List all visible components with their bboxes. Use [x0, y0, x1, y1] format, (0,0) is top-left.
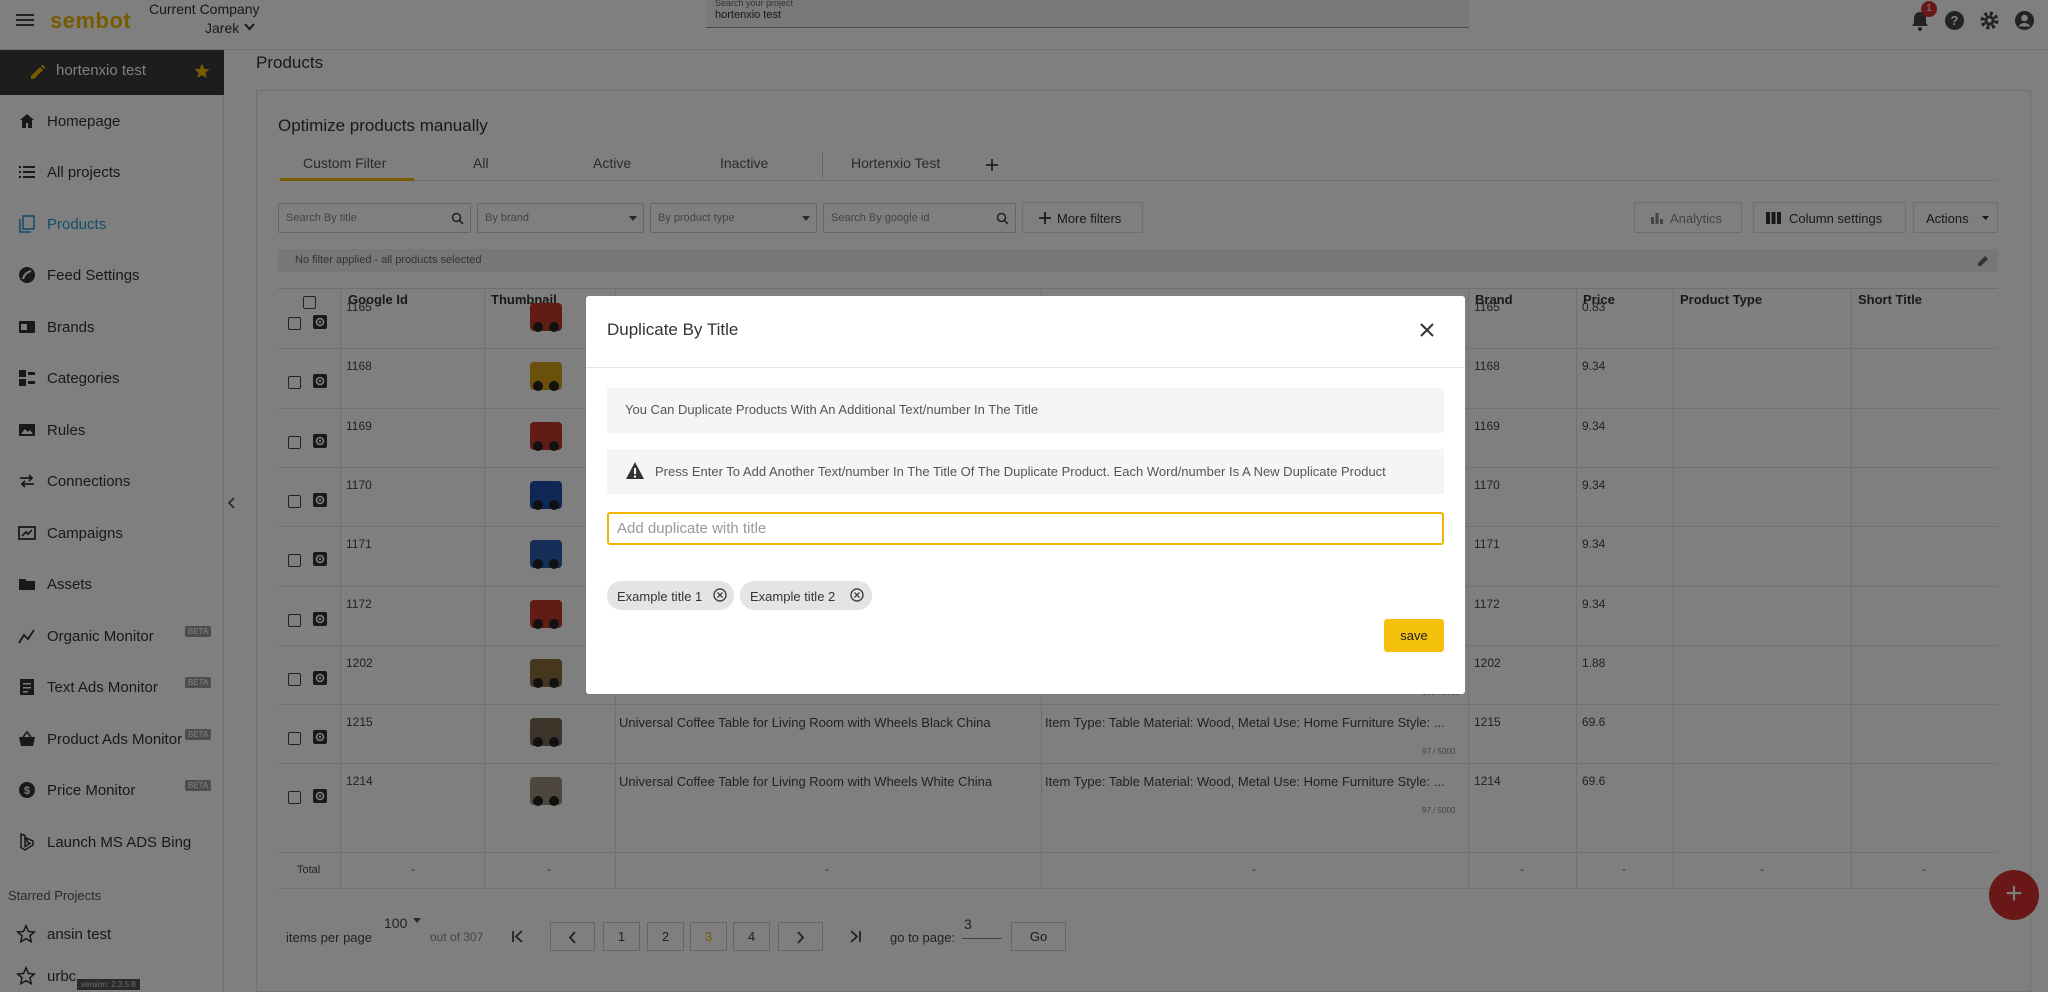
warning-icon [626, 462, 644, 479]
remove-chip-icon[interactable] [713, 588, 727, 602]
info-text: You Can Duplicate Products With An Addit… [625, 402, 1039, 417]
warning-text: Press Enter To Add Another Text/number I… [655, 464, 1386, 479]
save-button[interactable]: save [1384, 619, 1444, 652]
warning-box: Press Enter To Add Another Text/number I… [607, 449, 1444, 494]
chip-label: Example title 1 [617, 589, 703, 604]
modal-title: Duplicate By Title [607, 320, 739, 339]
chip-label: Example title 2 [750, 589, 836, 604]
duplicate-title-input[interactable] [607, 512, 1444, 545]
title-chip[interactable]: Example title 2 [740, 581, 872, 610]
close-icon[interactable] [1417, 320, 1437, 340]
duplicate-by-title-dialog: Duplicate By Title You Can Duplicate Pro… [586, 296, 1465, 694]
title-chip[interactable]: Example title 1 [607, 581, 734, 610]
info-box: You Can Duplicate Products With An Addit… [607, 388, 1444, 433]
remove-chip-icon[interactable] [850, 588, 864, 602]
